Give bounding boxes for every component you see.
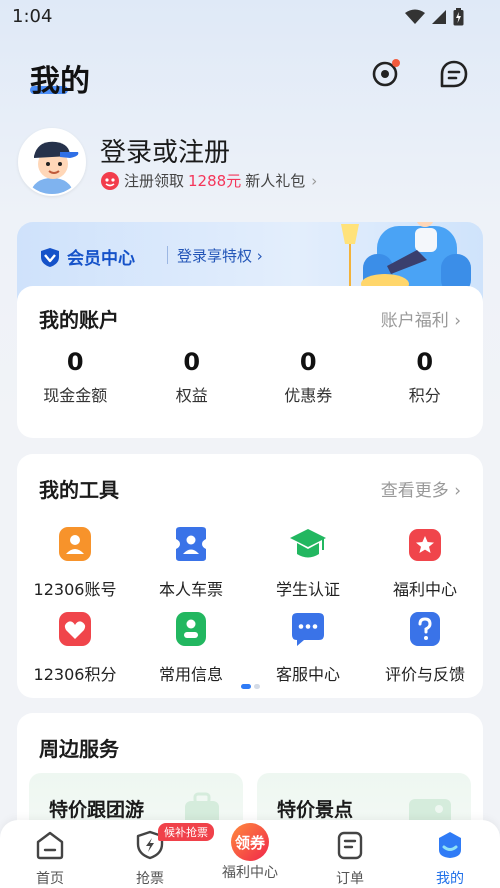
chat-service-icon	[292, 613, 324, 646]
tool-label: 客服中心	[275, 665, 340, 684]
account-stat-value: 0	[416, 348, 434, 376]
question-feedback-icon	[410, 612, 440, 646]
account-stat-value: 0	[299, 348, 317, 376]
page-dot-active	[241, 684, 251, 689]
battery-icon	[453, 8, 464, 26]
ticket-icon	[176, 527, 206, 561]
account-stat-label: 积分	[408, 386, 441, 405]
tab-label: 抢票	[136, 871, 164, 887]
page-title: 我的	[30, 64, 90, 99]
tool-common-info[interactable]: 常用信息	[133, 609, 249, 685]
tool-label: 12306积分	[33, 665, 117, 684]
tool-customer-service[interactable]: 客服中心	[250, 609, 366, 685]
coupon-icon-text: 领券	[234, 834, 266, 852]
tool-label: 评价与反馈	[384, 665, 465, 684]
contact-info-icon	[176, 612, 206, 646]
home-icon	[36, 831, 64, 860]
tab-grab-tickets[interactable]: 抢票 候补抢票	[100, 820, 214, 888]
login-register-link[interactable]: 登录或注册	[100, 132, 230, 169]
tools-card: 我的工具 查看更多 › 12306账号 本人车票 学生认证 福利中心 12306…	[17, 454, 483, 698]
account-benefits-link[interactable]: 账户福利 ›	[381, 306, 461, 331]
account-stat-rights[interactable]: 0 权益	[134, 348, 251, 406]
page-dot	[254, 684, 260, 689]
account-stat-value: 0	[66, 348, 84, 376]
signal-icon	[432, 10, 446, 24]
member-login-link[interactable]: 登录享特权 ›	[177, 245, 263, 266]
wifi-icon	[405, 9, 425, 24]
tool-label: 常用信息	[158, 665, 223, 684]
member-shield-icon	[41, 247, 59, 267]
account-stats: 0 现金金额 0 权益 0 优惠券 0 积分	[17, 348, 483, 406]
coupon-promo-icon: 领券	[231, 823, 269, 861]
member-center-title: 会员中心	[39, 244, 135, 269]
order-icon	[337, 831, 363, 860]
avatar[interactable]	[18, 128, 86, 196]
nearby-tile-label: 特价跟团游	[49, 799, 145, 821]
bottom-tab-bar: 首页 抢票 候补抢票 领券 福利中心 订单 我的	[0, 820, 500, 888]
tab-label: 首页	[36, 871, 64, 887]
message-button[interactable]	[438, 58, 470, 90]
tool-label: 12306账号	[33, 580, 117, 599]
profile-icon	[439, 832, 461, 858]
tab-label: 我的	[436, 871, 464, 887]
account-card: 我的账户 账户福利 › 0 现金金额 0 权益 0 优惠券 0 积分	[17, 286, 483, 438]
scan-icon	[372, 59, 400, 87]
tools-more-link[interactable]: 查看更多 ›	[381, 476, 461, 501]
tab-mine[interactable]: 我的	[400, 820, 500, 888]
tab-home[interactable]: 首页	[0, 820, 100, 888]
tool-feedback[interactable]: 评价与反馈	[367, 609, 483, 685]
chevron-right-icon: ›	[311, 171, 318, 190]
tab-label: 福利中心	[222, 865, 278, 881]
tab-orders[interactable]: 订单	[300, 820, 400, 888]
tool-label: 学生认证	[275, 580, 340, 599]
tools-title: 我的工具	[39, 478, 119, 502]
account-stat-label: 现金金额	[43, 386, 108, 405]
heart-points-icon	[59, 612, 91, 646]
nearby-title: 周边服务	[39, 737, 119, 761]
status-icons	[405, 8, 464, 26]
account-stat-value: 0	[183, 348, 201, 376]
account-id-icon	[59, 527, 91, 561]
tool-welfare-center[interactable]: 福利中心	[367, 524, 483, 600]
member-divider	[167, 246, 168, 264]
message-icon	[440, 60, 468, 88]
promo-amount: 1288元	[188, 172, 242, 190]
account-title: 我的账户	[39, 308, 119, 332]
status-bar: 1:04	[0, 0, 500, 34]
new-user-promo[interactable]: 注册领取 1288元 新人礼包 ›	[100, 170, 317, 191]
nearby-tile-label: 特价景点	[277, 799, 354, 821]
account-stat-label: 权益	[175, 386, 208, 405]
account-stat-coupons[interactable]: 0 优惠券	[250, 348, 367, 406]
tool-student-verify[interactable]: 学生认证	[250, 524, 366, 600]
tool-my-tickets[interactable]: 本人车票	[133, 524, 249, 600]
scan-button[interactable]	[369, 58, 401, 90]
account-stat-label: 优惠券	[284, 386, 333, 405]
tab-label: 订单	[336, 871, 364, 887]
graduation-cap-icon	[290, 529, 326, 558]
tool-12306-account[interactable]: 12306账号	[17, 524, 133, 600]
promo-suffix: 新人礼包	[245, 172, 306, 190]
gift-star-icon	[409, 529, 441, 561]
tool-12306-points[interactable]: 12306积分	[17, 609, 133, 685]
account-stat-points[interactable]: 0 积分	[367, 348, 484, 406]
account-stat-cash[interactable]: 0 现金金额	[17, 348, 134, 406]
tab-welfare-center[interactable]: 领券 福利中心	[200, 820, 300, 888]
gift-badge-icon	[101, 171, 119, 190]
tool-label: 本人车票	[158, 580, 223, 599]
avatar-illustration-icon	[20, 130, 84, 194]
member-center-label: 会员中心	[67, 249, 135, 269]
tool-label: 福利中心	[392, 580, 457, 599]
tools-page-indicator	[241, 684, 260, 689]
promo-prefix: 注册领取	[124, 172, 185, 190]
status-time: 1:04	[12, 6, 53, 27]
